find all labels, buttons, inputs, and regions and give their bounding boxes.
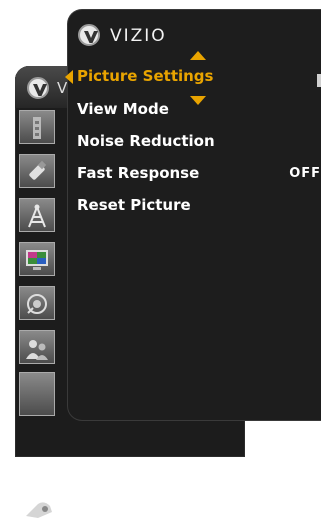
fast-response-value: OFF bbox=[289, 166, 321, 181]
antenna-icon[interactable] bbox=[19, 198, 55, 232]
back-arrow-icon[interactable] bbox=[65, 70, 73, 84]
usb-icon[interactable] bbox=[19, 154, 55, 188]
menu-item-noise-reduction[interactable]: Noise Reduction bbox=[77, 132, 215, 150]
users-icon[interactable] bbox=[19, 330, 55, 364]
blank-tile bbox=[19, 372, 55, 416]
vizio-logo-icon bbox=[78, 24, 100, 46]
menu-item-view-mode[interactable]: View Mode bbox=[77, 100, 169, 118]
picture-icon[interactable] bbox=[19, 242, 55, 276]
scroll-down-arrow-icon[interactable] bbox=[190, 96, 206, 105]
menu-item-reset-picture[interactable]: Reset Picture bbox=[77, 196, 191, 214]
settings-menu-item[interactable]: Settings bbox=[15, 494, 245, 523]
menu-item-fast-response[interactable]: Fast Response bbox=[77, 164, 199, 182]
picture-menu-panel: VIZIO Picture Settings View Mode Noise R… bbox=[65, 10, 321, 420]
vizio-logo-icon bbox=[27, 77, 49, 99]
menu-item-picture-settings[interactable]: Picture Settings bbox=[77, 67, 213, 85]
settings-icon bbox=[19, 494, 55, 523]
audio-icon[interactable] bbox=[19, 286, 55, 320]
scroll-up-arrow-icon[interactable] bbox=[190, 51, 206, 60]
brand-name: VIZIO bbox=[110, 26, 167, 46]
input-icon[interactable] bbox=[19, 110, 55, 144]
submenu-indicator bbox=[317, 74, 321, 87]
settings-label: Settings bbox=[77, 499, 158, 519]
